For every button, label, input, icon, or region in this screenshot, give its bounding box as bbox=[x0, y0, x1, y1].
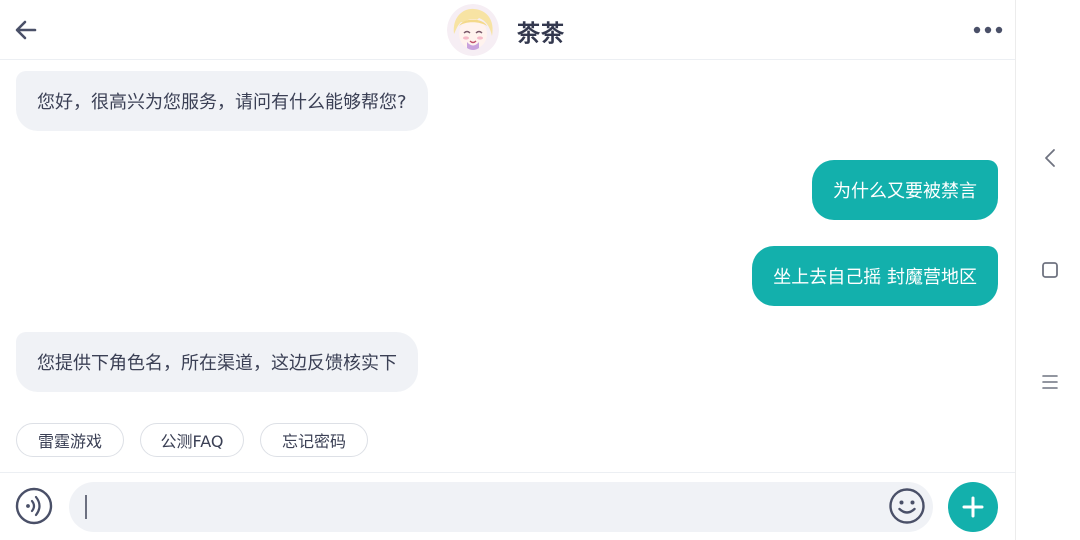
smiley-icon bbox=[889, 488, 925, 524]
system-back-button[interactable] bbox=[1038, 146, 1062, 170]
message-bubble-outgoing: 为什么又要被禁言 bbox=[812, 160, 998, 220]
more-dots-icon bbox=[973, 26, 1003, 34]
arrow-left-icon bbox=[15, 20, 37, 40]
input-bar bbox=[0, 472, 1015, 540]
message-bubble-outgoing: 坐上去自己摇 封魔营地区 bbox=[752, 246, 998, 306]
chat-app: 茶茶 您好，很高兴为您服务，请问有什么能够帮您? 为什么又要被禁言 坐上去自己摇… bbox=[0, 0, 1015, 540]
quick-reply-chip[interactable]: 忘记密码 bbox=[260, 423, 368, 457]
back-button[interactable] bbox=[6, 10, 46, 50]
chat-title: 茶茶 bbox=[517, 21, 565, 47]
message-bubble-incoming: 您提供下角色名，所在渠道，这边反馈核实下 bbox=[16, 332, 418, 392]
voice-icon bbox=[15, 487, 53, 525]
system-home-button[interactable] bbox=[1038, 258, 1062, 282]
message-bubble-incoming: 您好，很高兴为您服务，请问有什么能够帮您? bbox=[16, 71, 428, 131]
text-caret bbox=[85, 495, 87, 519]
quick-reply-chip[interactable]: 公测FAQ bbox=[140, 423, 244, 457]
add-attachment-button[interactable] bbox=[948, 482, 998, 532]
triangle-back-icon bbox=[1045, 149, 1055, 167]
chat-header: 茶茶 bbox=[0, 0, 1015, 60]
plus-icon bbox=[962, 496, 984, 518]
quick-reply-chip[interactable]: 雷霆游戏 bbox=[16, 423, 124, 457]
avatar bbox=[447, 4, 499, 56]
menu-lines-icon bbox=[1042, 375, 1058, 389]
system-menu-button[interactable] bbox=[1038, 370, 1062, 394]
message-input[interactable] bbox=[69, 482, 933, 532]
square-home-icon bbox=[1042, 262, 1058, 278]
system-nav-bar bbox=[1015, 0, 1080, 540]
voice-button[interactable] bbox=[15, 487, 53, 525]
emoji-button[interactable] bbox=[888, 487, 926, 525]
more-options-button[interactable] bbox=[966, 10, 1010, 50]
